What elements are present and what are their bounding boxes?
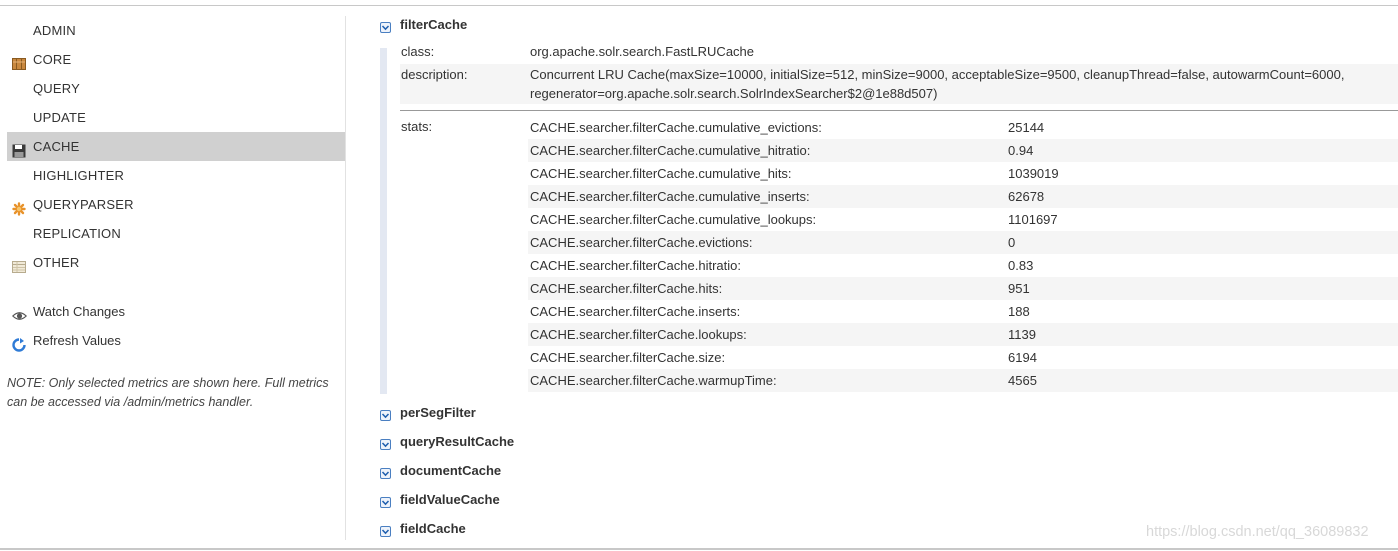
table-icon bbox=[12, 255, 26, 273]
expand-icon[interactable] bbox=[380, 409, 391, 421]
star-icon bbox=[12, 197, 26, 216]
table-row: CACHE.searcher.filterCache.cumulative_hi… bbox=[528, 139, 1398, 162]
table-row: CACHE.searcher.filterCache.lookups: 1139 bbox=[528, 323, 1398, 346]
sidebar-item-core[interactable]: CORE bbox=[7, 45, 345, 74]
table-row: CACHE.searcher.filterCache.cumulative_lo… bbox=[528, 208, 1398, 231]
watch-changes-label: Watch Changes bbox=[33, 304, 126, 319]
stat-value: 6194 bbox=[1008, 350, 1037, 365]
sidebar-item-label: QUERYPARSER bbox=[33, 197, 134, 212]
watermark: https://blog.csdn.net/qq_36089832 bbox=[1146, 524, 1369, 540]
stat-value: 1101697 bbox=[1008, 212, 1058, 227]
sidebar-item-label: CACHE bbox=[33, 139, 80, 154]
stat-name: CACHE.searcher.filterCache.cumulative_hi… bbox=[530, 166, 792, 181]
stat-value: 0.83 bbox=[1008, 258, 1034, 273]
refresh-values-button[interactable]: Refresh Values bbox=[7, 326, 345, 355]
sidebar-item-label: UPDATE bbox=[33, 110, 86, 125]
description-value-line2: regenerator=org.apache.solr.search.SolrI… bbox=[530, 86, 938, 101]
sidebar-item-update[interactable]: UPDATE bbox=[7, 103, 345, 132]
sidebar-item-label: CORE bbox=[33, 52, 72, 67]
stat-name: CACHE.searcher.filterCache.warmupTime: bbox=[530, 373, 777, 388]
stat-value: 188 bbox=[1008, 304, 1030, 319]
section-title: perSegFilter bbox=[400, 405, 476, 420]
stat-name: CACHE.searcher.filterCache.cumulative_ev… bbox=[530, 120, 822, 135]
table-row: CACHE.searcher.filterCache.size: 6194 bbox=[528, 346, 1398, 369]
floppy-disk-icon bbox=[12, 139, 26, 158]
table-row: CACHE.searcher.filterCache.cumulative_hi… bbox=[528, 162, 1398, 185]
sidebar-item-label: HIGHLIGHTER bbox=[33, 168, 125, 183]
section-title: fieldCache bbox=[400, 521, 466, 536]
table-row: CACHE.searcher.filterCache.warmupTime: 45… bbox=[528, 369, 1398, 392]
section-title: queryResultCache bbox=[400, 434, 515, 449]
sidebar-item-query[interactable]: QUERY bbox=[7, 74, 345, 103]
description-value-line1: Concurrent LRU Cache(maxSize=10000, init… bbox=[530, 67, 1345, 82]
class-label: class: bbox=[401, 44, 435, 59]
sidebar-item-label: ADMIN bbox=[33, 23, 76, 38]
section-indent-bar bbox=[380, 48, 387, 394]
expand-icon[interactable] bbox=[380, 438, 391, 450]
expand-icon[interactable] bbox=[380, 467, 391, 479]
eye-icon bbox=[11, 304, 28, 320]
section-title: filterCache bbox=[400, 17, 468, 32]
description-label: description: bbox=[401, 67, 468, 82]
stats-label: stats: bbox=[401, 119, 433, 134]
stat-name: CACHE.searcher.filterCache.hits: bbox=[530, 281, 723, 296]
stat-value: 951 bbox=[1008, 281, 1030, 296]
stat-name: CACHE.searcher.filterCache.cumulative_hi… bbox=[530, 143, 811, 158]
stat-name: CACHE.searcher.filterCache.lookups: bbox=[530, 327, 747, 342]
stat-name: CACHE.searcher.filterCache.cumulative_in… bbox=[530, 189, 810, 204]
top-divider bbox=[0, 5, 1398, 6]
sidebar-item-replication[interactable]: REPLICATION bbox=[7, 219, 345, 248]
stat-value: 62678 bbox=[1008, 189, 1045, 204]
bottom-divider bbox=[0, 548, 1398, 550]
stat-value: 0.94 bbox=[1008, 143, 1034, 158]
sidebar-item-label: OTHER bbox=[33, 255, 80, 270]
table-row: CACHE.searcher.filterCache.evictions: 0 bbox=[528, 231, 1398, 254]
stat-value: 1039019 bbox=[1008, 166, 1059, 181]
expand-icon[interactable] bbox=[380, 525, 391, 537]
collapse-icon[interactable] bbox=[380, 21, 391, 33]
stats-separator bbox=[400, 110, 1398, 111]
sidebar: ADMIN CORE QUERY UPDATE CACHE HIGHLIGHTE… bbox=[0, 16, 346, 540]
stat-value: 1139 bbox=[1008, 327, 1036, 342]
sidebar-item-admin[interactable]: ADMIN bbox=[7, 16, 345, 45]
stat-value: 4565 bbox=[1008, 373, 1037, 388]
stat-name: CACHE.searcher.filterCache.inserts: bbox=[530, 304, 741, 319]
sidebar-item-highlighter[interactable]: HIGHLIGHTER bbox=[7, 161, 345, 190]
table-row: CACHE.searcher.filterCache.cumulative_ev… bbox=[528, 116, 1398, 139]
main-panel: filterCache class: org.apache.solr.searc… bbox=[346, 16, 1398, 546]
section-title: fieldValueCache bbox=[400, 492, 500, 507]
core-icon bbox=[12, 52, 26, 70]
stats-table: CACHE.searcher.filterCache.cumulative_ev… bbox=[528, 116, 1398, 392]
stat-name: CACHE.searcher.filterCache.cumulative_lo… bbox=[530, 212, 817, 227]
sidebar-item-label: REPLICATION bbox=[33, 226, 121, 241]
sidebar-item-cache[interactable]: CACHE bbox=[7, 132, 345, 161]
refresh-values-label: Refresh Values bbox=[33, 333, 121, 348]
section-title: documentCache bbox=[400, 463, 502, 478]
class-value: org.apache.solr.search.FastLRUCache bbox=[530, 44, 755, 59]
sidebar-item-queryparser[interactable]: QUERYPARSER bbox=[7, 190, 345, 219]
stat-value: 0 bbox=[1008, 235, 1016, 250]
expand-icon[interactable] bbox=[380, 496, 391, 508]
table-row: CACHE.searcher.filterCache.inserts: 188 bbox=[528, 300, 1398, 323]
stat-name: CACHE.searcher.filterCache.evictions: bbox=[530, 235, 753, 250]
stat-name: CACHE.searcher.filterCache.size: bbox=[530, 350, 726, 365]
sidebar-item-other[interactable]: OTHER bbox=[7, 248, 345, 277]
metrics-note: NOTE: Only selected metrics are shown he… bbox=[7, 376, 329, 409]
refresh-icon bbox=[12, 333, 26, 352]
table-row: CACHE.searcher.filterCache.hits: 951 bbox=[528, 277, 1398, 300]
sidebar-item-label: QUERY bbox=[33, 81, 80, 96]
stat-value: 25144 bbox=[1008, 120, 1045, 135]
table-row: CACHE.searcher.filterCache.cumulative_in… bbox=[528, 185, 1398, 208]
table-row: CACHE.searcher.filterCache.hitratio: 0.83 bbox=[528, 254, 1398, 277]
watch-changes-button[interactable]: Watch Changes bbox=[7, 297, 345, 326]
stat-name: CACHE.searcher.filterCache.hitratio: bbox=[530, 258, 741, 273]
